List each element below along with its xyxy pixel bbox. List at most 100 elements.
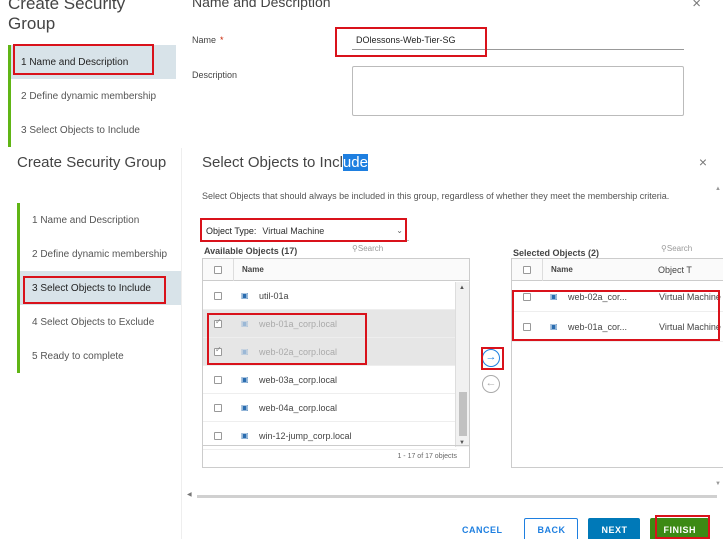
wizard-content: Select Objects to Include × Select Objec… <box>181 148 723 539</box>
object-name: web-03a_corp.local <box>259 374 338 385</box>
name-label-text: Name <box>192 35 217 45</box>
object-name: web-01a_cor... <box>568 321 628 332</box>
object-name: win-12-jump_corp.local <box>259 430 352 441</box>
virtual-machine-icon: ▣ <box>241 431 249 440</box>
object-type-select[interactable]: Object Type: Virtual Machine ⌄ <box>204 221 409 241</box>
row-checkbox[interactable] <box>214 375 222 384</box>
wizard-footer: CANCEL BACK NEXT FINISH <box>449 518 709 539</box>
row-checkbox[interactable] <box>214 431 222 440</box>
cancel-button[interactable]: CANCEL <box>449 518 515 539</box>
scroll-down-icon[interactable]: ▼ <box>715 481 721 487</box>
top-step-name-description[interactable]: 1 Name and Description <box>11 45 176 79</box>
top-wizard-sidebar: Create Security Group 1 Name and Descrip… <box>0 0 176 148</box>
top-step-dynamic-membership[interactable]: 2 Define dynamic membership <box>11 79 176 113</box>
top-step-select-include[interactable]: 3 Select Objects to Include <box>11 113 176 147</box>
row-checkbox[interactable] <box>214 345 222 356</box>
step-label: 1 Name and Description <box>21 56 129 68</box>
virtual-machine-icon: ▣ <box>241 291 249 300</box>
name-label: Name * <box>192 35 224 45</box>
scrollbar-track[interactable] <box>197 495 717 498</box>
scroll-up-icon[interactable]: ▲ <box>459 285 465 291</box>
table-row[interactable]: ▣ web-02a_cor... Virtual Machine <box>512 282 723 312</box>
available-search[interactable]: ⚲Search <box>352 244 383 253</box>
step-label: 1 Name and Description <box>32 214 140 226</box>
available-objects-grid: Name ▣ util-01a ▣ web-01a_corp.local ▣ w… <box>202 258 470 468</box>
vertical-scrollbar[interactable]: ▲ ▼ <box>455 282 469 447</box>
step-select-include[interactable]: 3 Select Objects to Include <box>20 271 181 305</box>
page-title-selected-text: ude <box>342 154 368 171</box>
name-input[interactable]: DOlessons-Web-Tier-SG <box>352 30 684 50</box>
row-checkbox[interactable] <box>214 403 222 412</box>
wizard-steps: 1 Name and Description 2 Define dynamic … <box>17 203 181 373</box>
table-row[interactable]: ▣ web-02a_corp.local <box>203 338 457 366</box>
row-checkbox[interactable] <box>214 317 222 328</box>
top-wizard-steps: 1 Name and Description 2 Define dynamic … <box>8 45 176 147</box>
table-row[interactable]: ▣ web-04a_corp.local <box>203 394 457 422</box>
object-name: web-02a_corp.local <box>259 346 338 357</box>
wizard-title: Create Security Group <box>17 154 167 171</box>
description-textarea[interactable] <box>352 66 684 116</box>
object-name: web-01a_corp.local <box>259 318 338 329</box>
next-button[interactable]: NEXT <box>588 518 641 539</box>
scroll-up-icon[interactable]: ▲ <box>715 186 721 192</box>
object-type: Virtual Machine <box>659 291 721 302</box>
selected-search[interactable]: ⚲Search <box>661 244 692 253</box>
object-name: util-01a <box>259 290 289 301</box>
virtual-machine-icon: ▣ <box>241 375 249 384</box>
column-header-name[interactable]: Name <box>242 265 264 274</box>
grid-footer: 1 - 17 of 17 objects <box>203 445 469 467</box>
required-marker: * <box>220 35 224 45</box>
step-label: 5 Ready to complete <box>32 350 124 362</box>
available-objects-title: Available Objects (17) <box>204 246 298 256</box>
step-label: 2 Define dynamic membership <box>21 90 157 102</box>
object-name: web-04a_corp.local <box>259 402 338 413</box>
page-title: Select Objects to Include <box>202 154 368 171</box>
object-name: web-02a_cor... <box>568 291 628 302</box>
wizard-sidebar: Create Security Group 1 Name and Descrip… <box>0 148 181 539</box>
search-placeholder: Search <box>666 244 693 253</box>
move-left-icon[interactable]: ← <box>482 375 500 393</box>
page-title-text: Select Objects to Incl <box>202 154 343 171</box>
object-type-label: Object Type: <box>206 225 257 236</box>
row-checkbox[interactable] <box>214 291 222 300</box>
top-wizard-title: Create Security Group <box>8 0 126 33</box>
back-button[interactable]: BACK <box>524 518 579 539</box>
close-icon[interactable]: × <box>699 154 707 170</box>
select-all-checkbox[interactable] <box>214 265 222 274</box>
scroll-left-icon[interactable]: ◀ <box>187 491 192 498</box>
row-checkbox[interactable] <box>523 292 531 301</box>
move-right-icon[interactable]: → <box>482 349 500 367</box>
selected-objects-grid: Name Object T ▣ web-02a_cor... Virtual M… <box>511 258 723 468</box>
step-label: 3 Select Objects to Include <box>32 282 151 294</box>
previous-wizard-step: Create Security Group 1 Name and Descrip… <box>0 0 723 148</box>
column-header-object-type[interactable]: Object T <box>658 265 723 275</box>
step-label: 2 Define dynamic membership <box>32 248 168 260</box>
chevron-down-icon: ⌄ <box>396 226 403 235</box>
table-row[interactable]: ▣ web-01a_cor... Virtual Machine <box>512 312 723 342</box>
finish-button[interactable]: FINISH <box>650 518 709 539</box>
row-checkbox[interactable] <box>523 322 531 331</box>
column-header-name[interactable]: Name <box>551 265 573 274</box>
scrollbar-thumb[interactable] <box>459 392 467 436</box>
top-wizard-content: Name and Description × Name * DOlessons-W… <box>176 0 723 148</box>
table-row[interactable]: ▣ web-01a_corp.local <box>203 310 457 338</box>
close-icon[interactable]: × <box>692 0 701 12</box>
step-label: 4 Select Objects to Exclude <box>32 316 155 328</box>
description-label: Description <box>192 70 238 80</box>
step-name-description[interactable]: 1 Name and Description <box>20 203 181 237</box>
virtual-machine-icon: ▣ <box>550 322 558 331</box>
grid-header: Name Object T <box>512 258 723 281</box>
step-dynamic-membership[interactable]: 2 Define dynamic membership <box>20 237 181 271</box>
table-row[interactable]: ▣ web-03a_corp.local <box>203 366 457 394</box>
virtual-machine-icon: ▣ <box>241 319 249 328</box>
virtual-machine-icon: ▣ <box>241 347 249 356</box>
virtual-machine-icon: ▣ <box>241 403 249 412</box>
object-type-value: Virtual Machine <box>262 225 325 236</box>
step-description: Select Objects that should always be inc… <box>202 191 670 201</box>
horizontal-scrollbar[interactable]: ◀ <box>187 491 717 499</box>
step-select-exclude[interactable]: 4 Select Objects to Exclude <box>20 305 181 339</box>
select-all-checkbox[interactable] <box>523 265 531 274</box>
step-ready-to-complete[interactable]: 5 Ready to complete <box>20 339 181 373</box>
virtual-machine-icon: ▣ <box>550 292 558 301</box>
table-row[interactable]: ▣ util-01a <box>203 282 457 310</box>
